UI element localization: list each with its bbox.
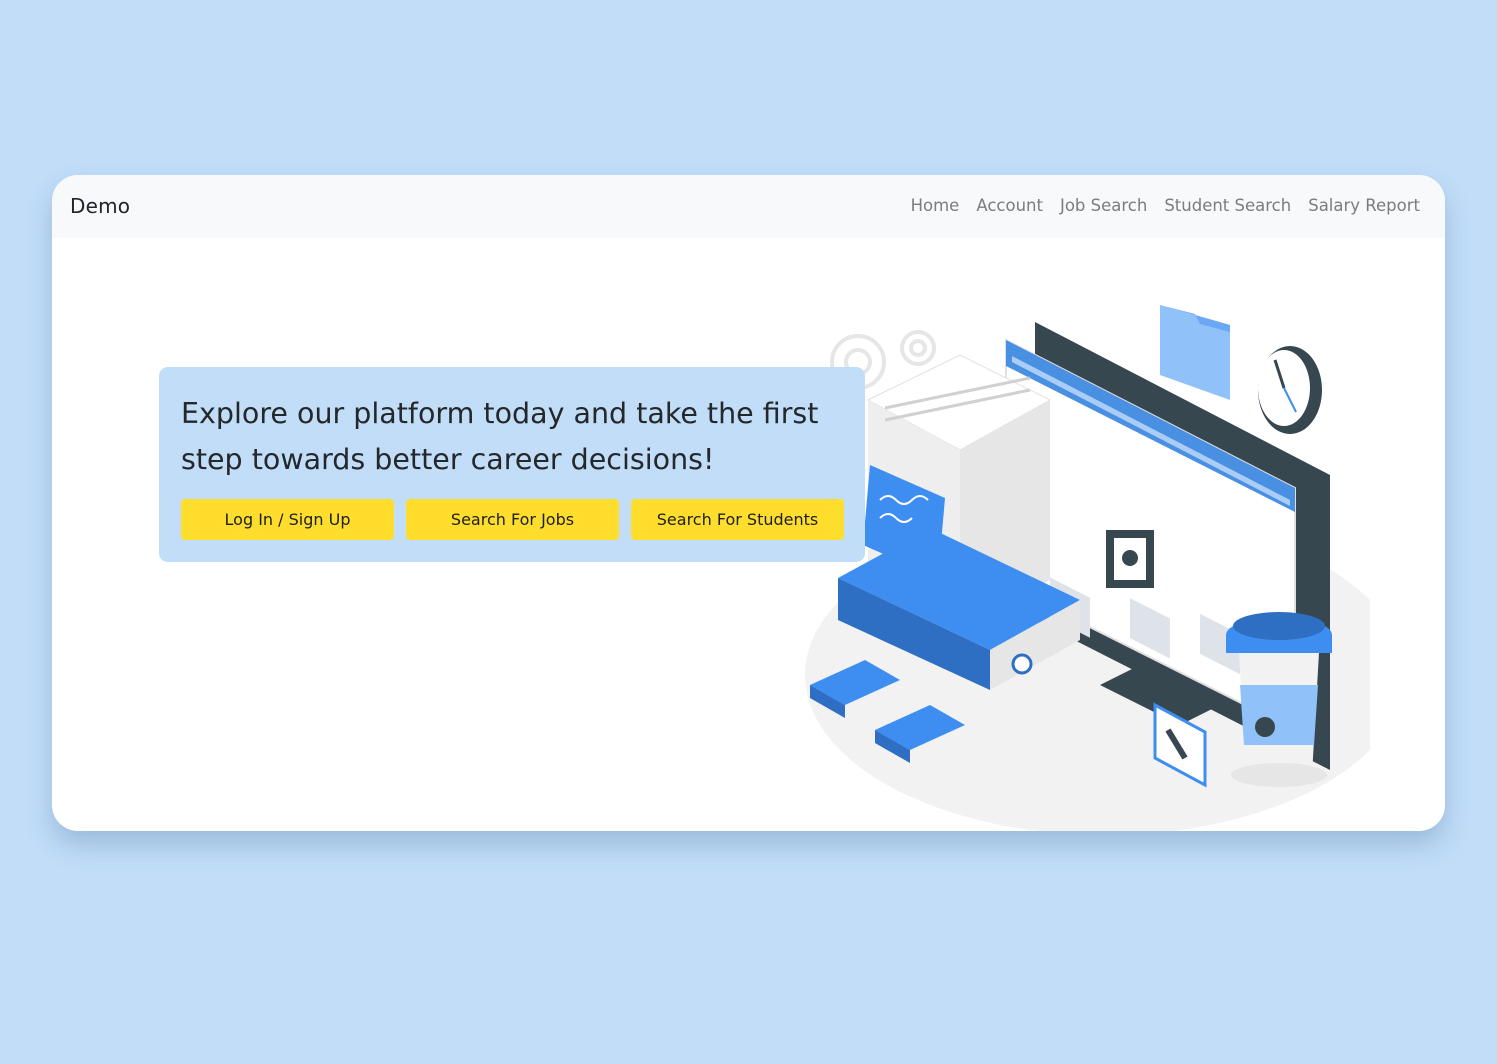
puzzle-piece-icon: [1106, 530, 1154, 588]
login-signup-button[interactable]: Log In / Sign Up: [181, 499, 394, 540]
nav-links: Home Account Job Search Student Search S…: [911, 196, 1420, 215]
search-students-button[interactable]: Search For Students: [631, 499, 844, 540]
career-workspace-illustration: [805, 305, 1370, 831]
hero-button-row: Log In / Sign Up Search For Jobs Search …: [181, 499, 844, 540]
brand-link[interactable]: Demo: [70, 194, 130, 218]
navbar: Demo Home Account Job Search Student Sea…: [52, 175, 1445, 238]
folder-icon: [1160, 305, 1230, 400]
clock-icon: [1258, 346, 1322, 434]
nav-link-job-search[interactable]: Job Search: [1060, 196, 1147, 215]
nav-link-account[interactable]: Account: [976, 196, 1043, 215]
browser-card: Demo Home Account Job Search Student Sea…: [52, 175, 1445, 831]
search-jobs-button[interactable]: Search For Jobs: [406, 499, 619, 540]
nav-link-student-search[interactable]: Student Search: [1164, 196, 1291, 215]
nav-link-salary-report[interactable]: Salary Report: [1308, 196, 1420, 215]
hero-headline: Explore our platform today and take the …: [181, 397, 819, 476]
nav-link-home[interactable]: Home: [911, 196, 960, 215]
hero-panel: Explore our platform today and take the …: [159, 367, 865, 562]
